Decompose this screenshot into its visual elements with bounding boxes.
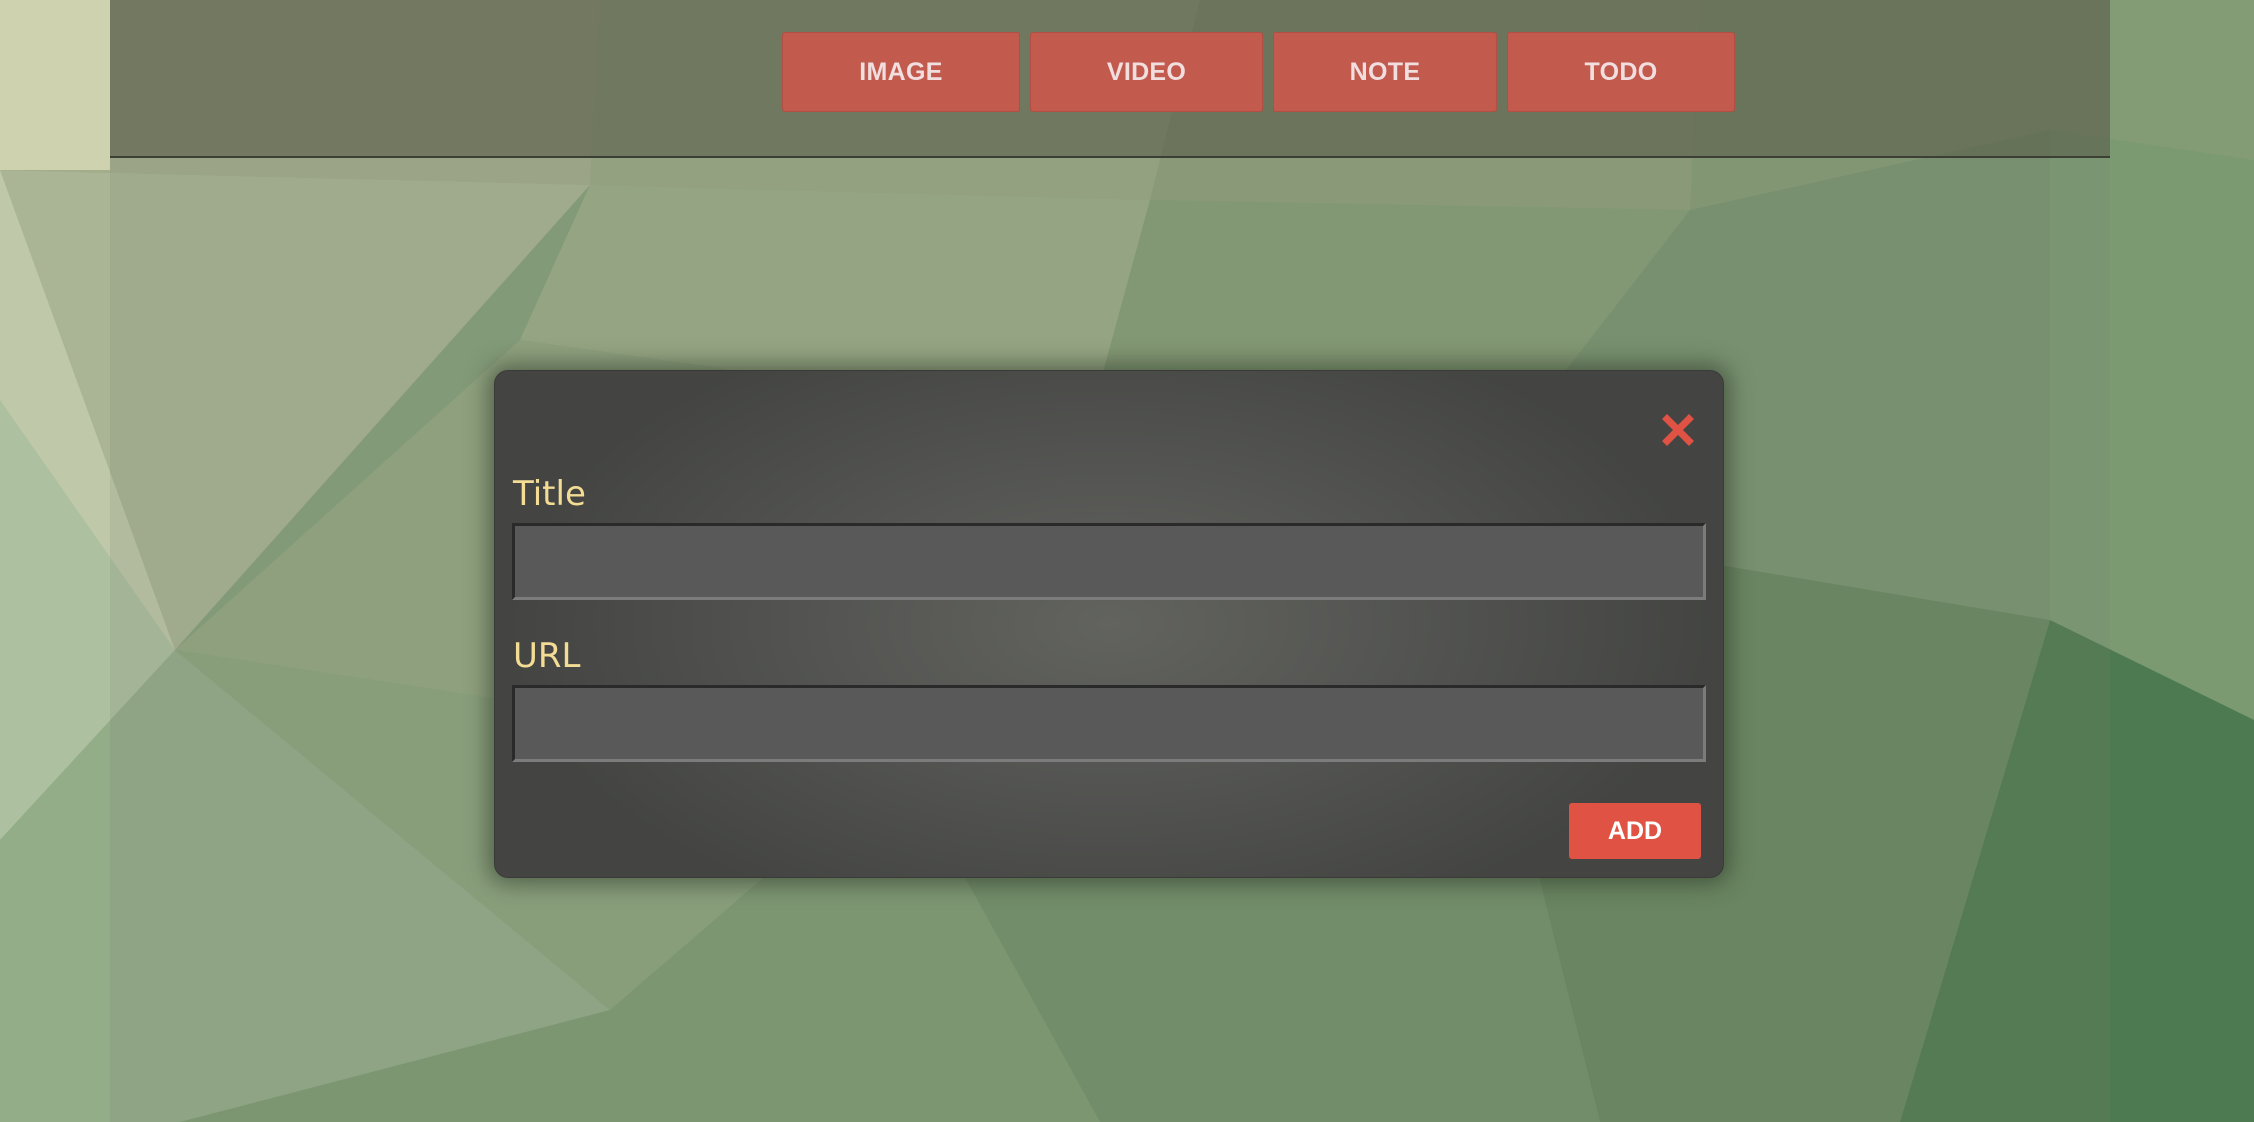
url-input[interactable]: [512, 685, 1706, 762]
title-input[interactable]: [512, 523, 1706, 600]
url-label: URL: [513, 636, 581, 676]
image-button[interactable]: IMAGE: [782, 32, 1020, 112]
add-type-nav: IMAGE VIDEO NOTE TODO: [782, 32, 1735, 112]
video-button[interactable]: VIDEO: [1030, 32, 1263, 112]
title-label: Title: [513, 474, 586, 514]
close-x-icon[interactable]: [1661, 413, 1695, 447]
add-button[interactable]: ADD: [1569, 803, 1701, 859]
todo-button[interactable]: TODO: [1507, 32, 1735, 112]
note-button[interactable]: NOTE: [1273, 32, 1497, 112]
header-bar: IMAGE VIDEO NOTE TODO: [110, 0, 2110, 158]
add-item-dialog: Title URL ADD: [494, 370, 1724, 878]
